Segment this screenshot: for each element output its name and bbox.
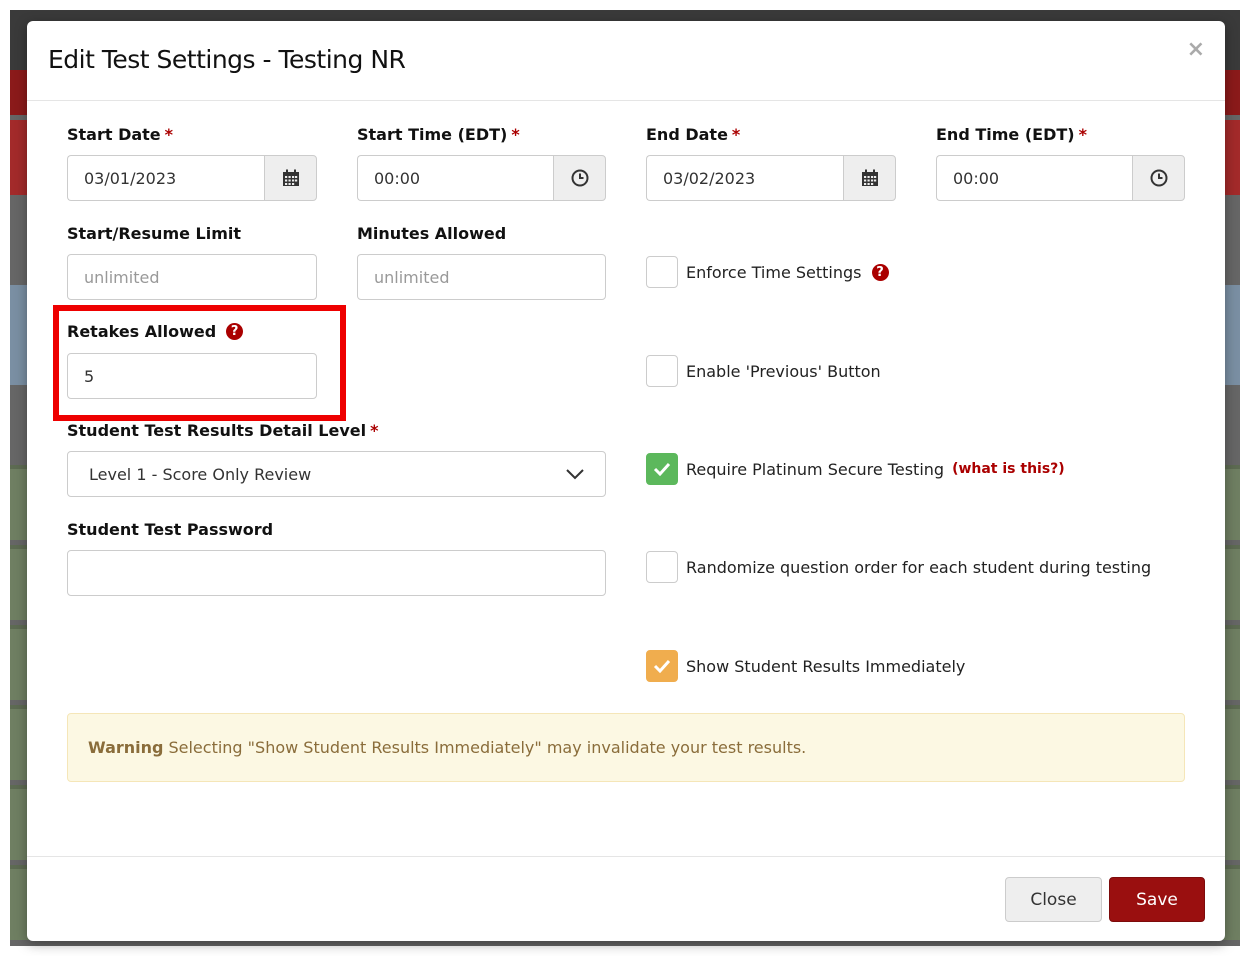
retakes-allowed-input[interactable]: 5 <box>67 353 317 399</box>
warning-strong: Warning <box>88 738 164 757</box>
warning-alert: Warning Selecting "Show Student Results … <box>67 713 1185 782</box>
end-date-calendar-button[interactable] <box>843 155 896 201</box>
end-date-label: End Date * <box>646 125 740 144</box>
check-icon <box>653 462 671 476</box>
warning-text: Selecting "Show Student Results Immediat… <box>168 738 807 757</box>
calendar-icon <box>282 169 299 186</box>
calendar-icon <box>861 169 878 186</box>
enforce-time-settings-row: Enforce Time Settings ? <box>646 256 889 288</box>
help-icon[interactable]: ? <box>871 263 889 281</box>
clock-icon <box>1150 169 1167 187</box>
platinum-secure-row: Require Platinum Secure Testing (what is… <box>646 453 1065 485</box>
enforce-time-settings-checkbox[interactable] <box>646 256 678 288</box>
enable-previous-button-row: Enable 'Previous' Button <box>646 355 881 387</box>
start-date-label: Start Date * <box>67 125 173 144</box>
minutes-allowed-label: Minutes Allowed <box>357 224 507 243</box>
start-time-input[interactable]: 00:00 <box>357 155 553 201</box>
modal-footer: Close Save <box>27 856 1225 941</box>
detail-level-selected-value: Level 1 - Score Only Review <box>89 464 312 484</box>
student-test-password-input[interactable] <box>67 550 606 596</box>
end-time-label-text: End Time (EDT) <box>936 125 1075 144</box>
start-resume-limit-input[interactable]: unlimited <box>67 254 317 300</box>
close-icon[interactable]: × <box>1187 39 1205 61</box>
start-date-group: 03/01/2023 <box>67 155 317 201</box>
modal-title: Edit Test Settings - Testing NR <box>48 45 406 74</box>
required-marker: * <box>511 125 520 144</box>
chevron-down-icon <box>566 468 584 479</box>
end-time-clock-button[interactable] <box>1132 155 1185 201</box>
show-results-label: Show Student Results Immediately <box>686 656 966 676</box>
enable-previous-button-label: Enable 'Previous' Button <box>686 361 881 381</box>
randomize-row: Randomize question order for each studen… <box>646 551 1151 583</box>
required-marker: * <box>164 125 174 144</box>
check-icon <box>653 659 671 673</box>
start-time-group: 00:00 <box>357 155 606 201</box>
required-marker: * <box>370 421 379 440</box>
start-time-label-text: Start Time (EDT) <box>357 125 508 144</box>
enable-previous-button-checkbox[interactable] <box>646 355 678 387</box>
save-button[interactable]: Save <box>1109 877 1205 922</box>
end-date-label-text: End Date <box>646 125 728 144</box>
close-button[interactable]: Close <box>1005 877 1102 922</box>
show-results-checkbox[interactable] <box>646 650 678 682</box>
end-date-input[interactable]: 03/02/2023 <box>646 155 843 201</box>
randomize-label: Randomize question order for each studen… <box>686 557 1152 577</box>
platinum-secure-label: Require Platinum Secure Testing <box>686 459 945 479</box>
retakes-allowed-label-text: Retakes Allowed <box>67 322 217 341</box>
student-test-password-label: Student Test Password <box>67 520 274 539</box>
minutes-allowed-input[interactable]: unlimited <box>357 254 606 300</box>
enforce-time-settings-label: Enforce Time Settings <box>686 262 862 282</box>
end-time-group: 00:00 <box>936 155 1185 201</box>
end-time-input[interactable]: 00:00 <box>936 155 1132 201</box>
platinum-secure-checkbox[interactable] <box>646 453 678 485</box>
help-icon[interactable]: ? <box>226 323 244 340</box>
detail-level-select[interactable]: Level 1 - Score Only Review <box>67 451 606 497</box>
end-time-label: End Time (EDT) * <box>936 125 1087 144</box>
start-time-clock-button[interactable] <box>553 155 606 201</box>
edit-test-settings-modal: Edit Test Settings - Testing NR × Start … <box>27 21 1225 941</box>
show-results-row: Show Student Results Immediately <box>646 650 965 682</box>
start-time-label: Start Time (EDT) * <box>357 125 520 144</box>
required-marker: * <box>731 125 741 144</box>
randomize-checkbox[interactable] <box>646 551 678 583</box>
end-date-group: 03/02/2023 <box>646 155 896 201</box>
what-is-this-link[interactable]: (what is this?) <box>952 461 1065 477</box>
start-date-calendar-button[interactable] <box>264 155 317 201</box>
start-date-input[interactable]: 03/01/2023 <box>67 155 264 201</box>
detail-level-label: Student Test Results Detail Level * <box>67 421 378 440</box>
start-resume-limit-label: Start/Resume Limit <box>67 224 242 243</box>
detail-level-label-text: Student Test Results Detail Level <box>67 421 367 440</box>
modal-header: Edit Test Settings - Testing NR × <box>27 21 1225 101</box>
required-marker: * <box>1078 125 1087 144</box>
retakes-allowed-label: Retakes Allowed ? <box>67 322 244 341</box>
start-date-label-text: Start Date <box>67 125 161 144</box>
clock-icon <box>571 169 588 187</box>
